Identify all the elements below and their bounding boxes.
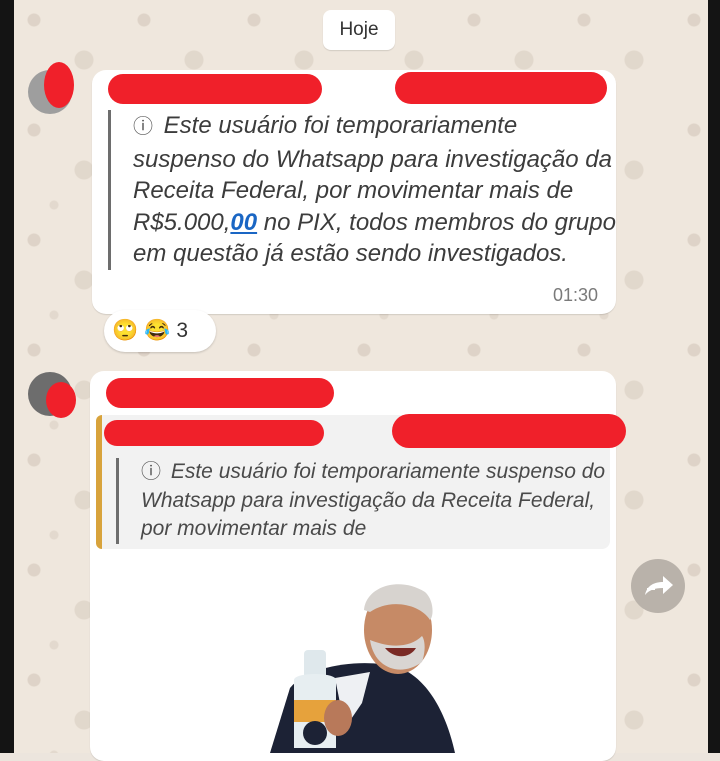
phone-link[interactable]: 00 (230, 209, 257, 236)
redaction-mark (108, 74, 322, 104)
screen-edge-right (708, 0, 720, 753)
reactions-pill[interactable]: 🙄 😂 3 (104, 310, 216, 352)
quoted-text-body: Este usuário foi temporariamente suspens… (141, 460, 606, 540)
quoted-text: ⓘ Este usuário foi temporariamente suspe… (116, 458, 621, 544)
redaction-mark (106, 378, 334, 408)
info-icon: ⓘ (141, 461, 161, 483)
sticker-image[interactable] (250, 568, 460, 753)
message-text[interactable]: ⓘ Este usuário foi temporariamente suspe… (108, 110, 623, 270)
eye-roll-emoji-icon: 🙄 (112, 319, 139, 342)
reaction-count: 3 (176, 319, 188, 342)
forward-icon (645, 576, 673, 595)
laughing-emoji-icon: 😂 (144, 319, 171, 342)
redaction-mark (392, 414, 626, 448)
quote-accent-bar (96, 415, 102, 549)
info-icon: ⓘ (133, 116, 153, 138)
redaction-mark (104, 420, 324, 446)
message-time: 01:30 (553, 285, 599, 305)
date-chip: Hoje (323, 10, 395, 50)
redaction-mark (44, 62, 74, 108)
redaction-mark (395, 72, 607, 104)
screen-edge-left (0, 0, 14, 753)
forward-button[interactable] (631, 559, 685, 613)
redaction-mark (46, 382, 76, 418)
